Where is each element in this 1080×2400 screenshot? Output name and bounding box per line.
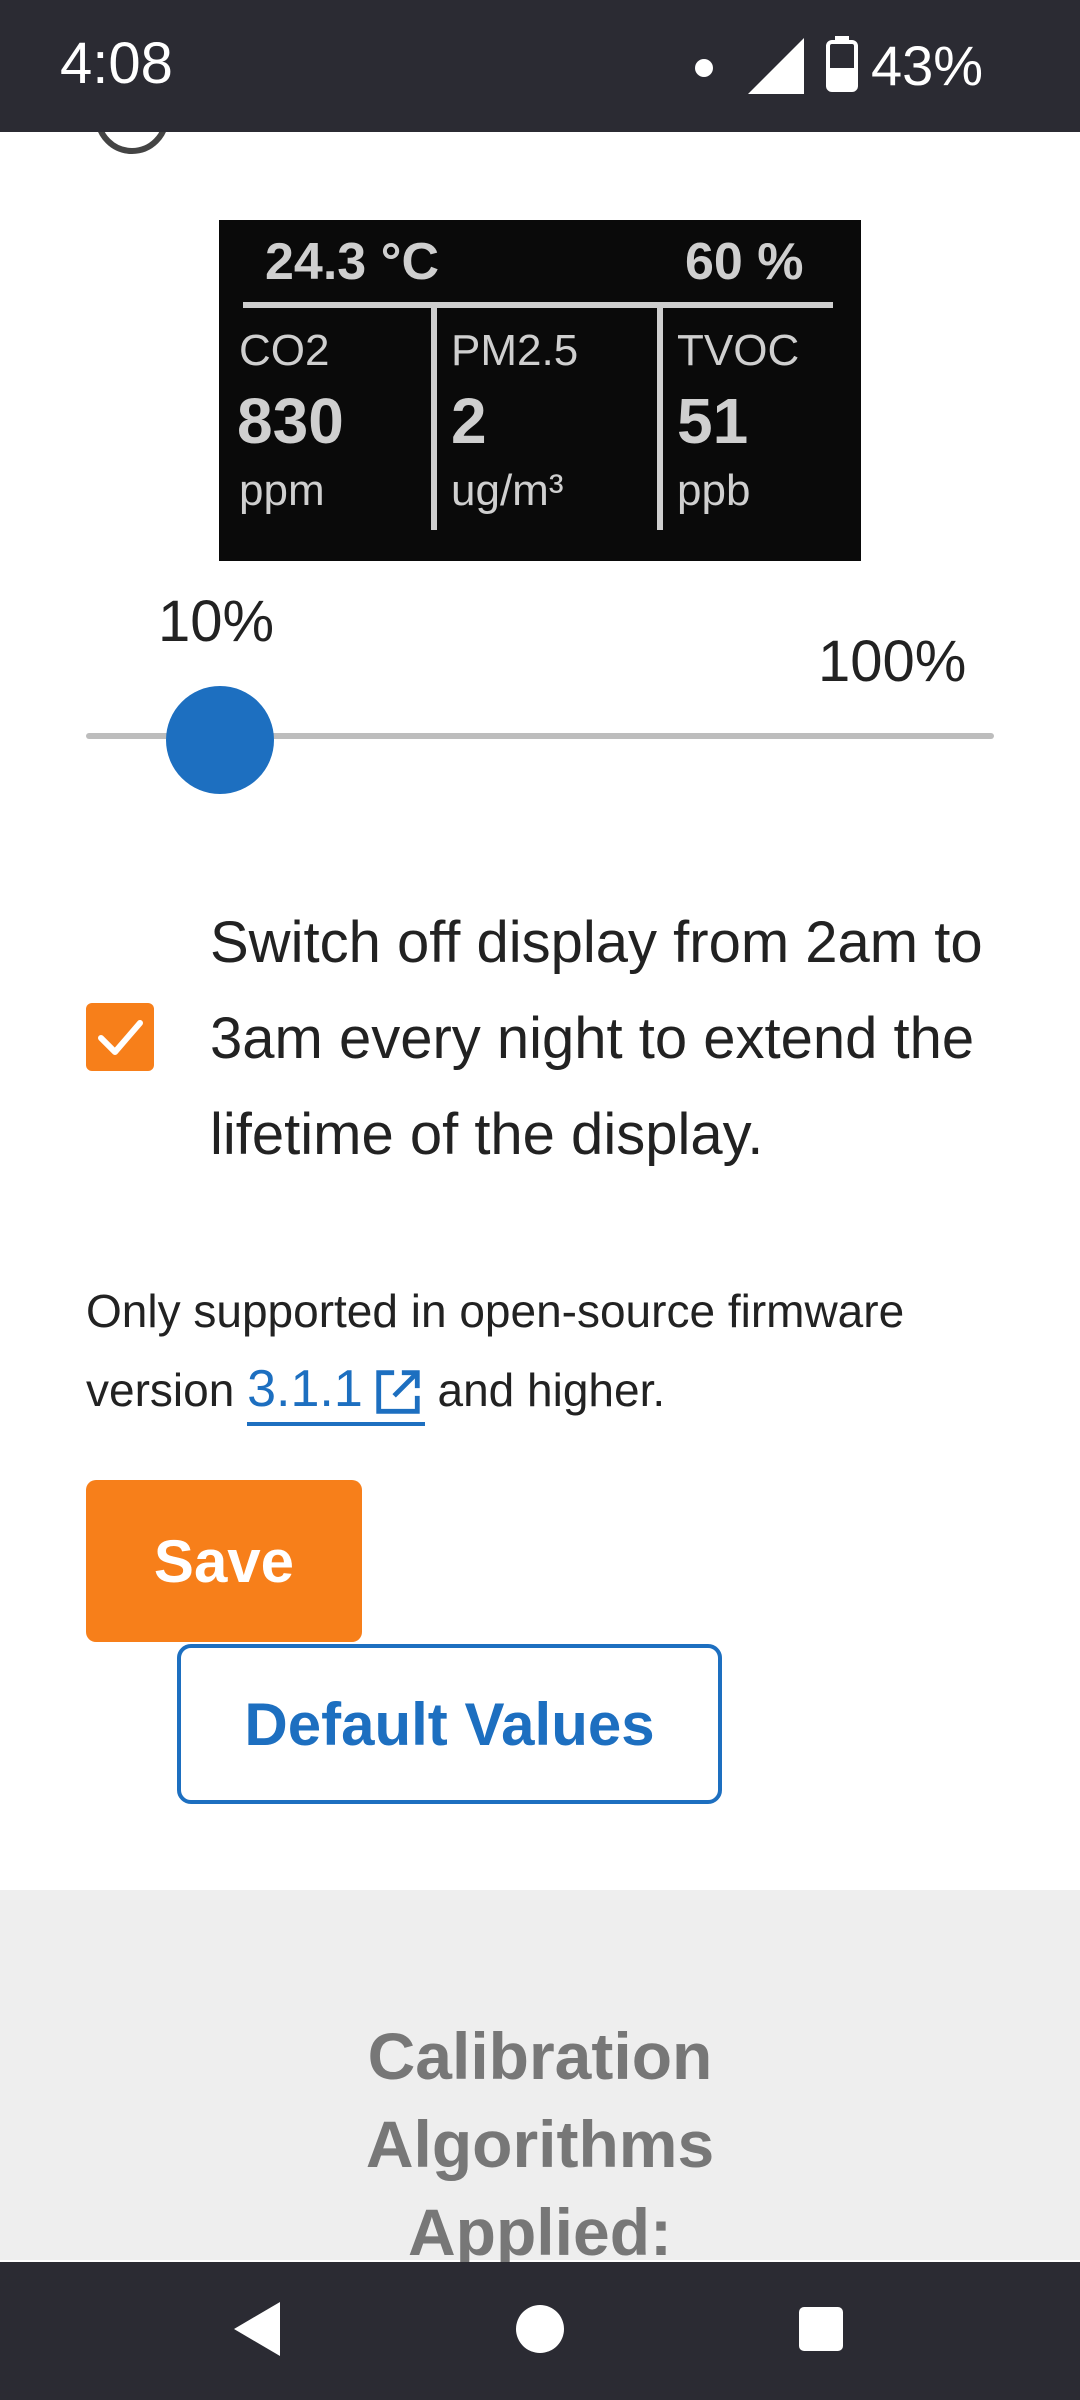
back-icon[interactable]: [234, 2302, 280, 2356]
preview-humidity: 60 %: [685, 233, 804, 291]
firmware-version-link[interactable]: 3.1.1: [247, 1360, 425, 1426]
calibration-title-line: Calibration: [367, 2019, 713, 2093]
preview-temperature: 24.3 °C: [265, 233, 440, 291]
preview-pm-label: PM2.5: [451, 326, 579, 375]
status-time: 4:08: [60, 31, 173, 96]
calibration-title-line: Algorithms: [365, 2107, 715, 2181]
preview-pm-value: 2: [451, 385, 487, 457]
external-link-icon[interactable]: [371, 1365, 425, 1419]
status-bar: 4:08 43%: [0, 0, 1080, 132]
save-button[interactable]: Save: [86, 1480, 362, 1642]
preview-tvoc-label: TVOC: [677, 326, 800, 375]
preview-divider: [243, 302, 833, 308]
checkmark-icon: [98, 1020, 143, 1055]
preview-divider: [431, 308, 437, 530]
preview-co2-unit: ppm: [239, 466, 325, 515]
brightness-slider-thumb[interactable]: [166, 686, 274, 794]
calibration-title: Calibration Algorithms Applied:: [0, 2012, 1080, 2276]
default-values-button[interactable]: Default Values: [177, 1644, 722, 1804]
slider-min-label: 10%: [158, 589, 275, 654]
preview-co2-label: CO2: [239, 326, 330, 375]
firmware-note: Only supported in open-source firmware v…: [86, 1272, 1046, 1429]
preview-divider: [657, 308, 663, 530]
notification-dot-icon: [695, 59, 713, 77]
night-off-label: Switch off display from 2am to 3am every…: [210, 910, 983, 1167]
preview-co2-value: 830: [237, 385, 344, 457]
cell-signal-icon: [748, 38, 804, 94]
display-preview: 24.3 °C 60 % CO2 830 ppm PM2.5 2 ug/m³ T…: [219, 220, 861, 561]
recents-icon[interactable]: [799, 2307, 843, 2351]
firmware-note-suffix: and higher.: [424, 1364, 666, 1416]
battery-percentage: 43%: [871, 34, 984, 97]
night-off-checkbox[interactable]: [86, 1003, 154, 1071]
battery-icon: [826, 36, 858, 92]
preview-tvoc-unit: ppb: [677, 466, 751, 515]
preview-pm-unit: ug/m³: [451, 466, 564, 515]
preview-tvoc-value: 51: [677, 385, 749, 457]
home-icon[interactable]: [516, 2305, 564, 2353]
slider-max-label: 100%: [818, 629, 967, 694]
firmware-link-label[interactable]: 3.1.1: [247, 1360, 363, 1418]
